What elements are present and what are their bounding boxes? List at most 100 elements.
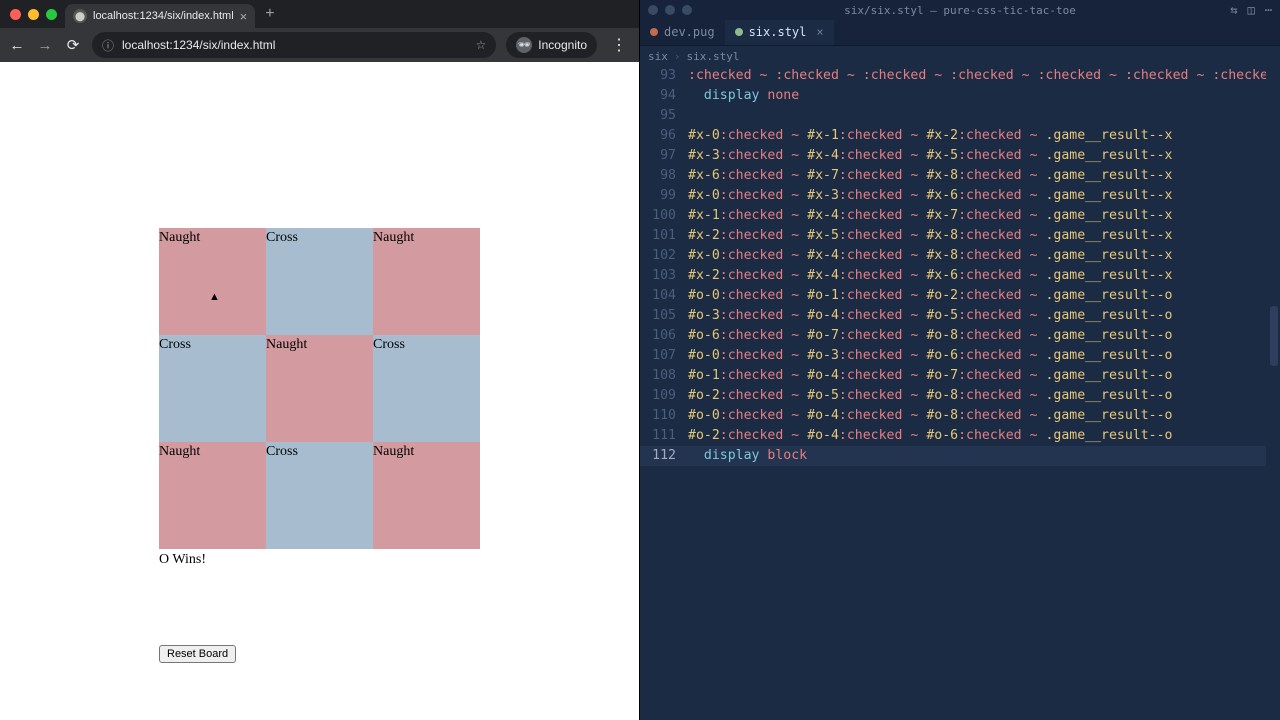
forward-button[interactable]: → [36,37,54,54]
browser-tab[interactable]: ⬤ localhost:1234/six/index.html × [65,4,255,28]
code-text: #o-6:checked ~ #o-7:checked ~ #o-8:check… [688,326,1280,346]
file-type-icon [735,28,743,36]
code-text: #o-0:checked ~ #o-3:checked ~ #o-6:check… [688,346,1280,366]
more-actions-icon[interactable]: ⋯ [1265,3,1272,17]
browser-tab-strip: ⬤ localhost:1234/six/index.html × + [0,0,639,28]
close-window-icon[interactable] [10,9,21,20]
board-cell-4[interactable]: Naught [266,335,373,442]
board-cell-5[interactable]: Cross [373,335,480,442]
code-line[interactable]: 96#x-0:checked ~ #x-1:checked ~ #x-2:che… [640,126,1280,146]
line-number: 96 [640,126,688,146]
editor-titlebar: six/six.styl — pure-css-tic-tac-toe ⇆ ◫ … [640,0,1280,20]
line-number: 107 [640,346,688,366]
code-text: #x-0:checked ~ #x-4:checked ~ #x-8:check… [688,246,1280,266]
editor-tab-sixstyl[interactable]: six.styl × [725,19,834,45]
code-line[interactable]: 102#x-0:checked ~ #x-4:checked ~ #x-8:ch… [640,246,1280,266]
code-line[interactable]: 112 display block [640,446,1280,466]
code-text: #o-0:checked ~ #o-1:checked ~ #o-2:check… [688,286,1280,306]
line-number: 105 [640,306,688,326]
minimap[interactable] [1266,66,1280,720]
board-cell-6[interactable]: Naught [159,442,266,549]
code-line[interactable]: 108#o-1:checked ~ #o-4:checked ~ #o-7:ch… [640,366,1280,386]
code-text: #o-1:checked ~ #o-4:checked ~ #o-7:check… [688,366,1280,386]
editor-tabs: dev.pug six.styl × [640,20,1280,46]
code-text: #o-2:checked ~ #o-5:checked ~ #o-8:check… [688,386,1280,406]
tic-tac-toe-board: NaughtCrossNaughtCrossNaughtCrossNaughtC… [159,228,480,549]
close-tab-icon[interactable]: × [816,25,823,39]
code-line[interactable]: 106#o-6:checked ~ #o-7:checked ~ #o-8:ch… [640,326,1280,346]
line-number: 108 [640,366,688,386]
code-text: #x-6:checked ~ #x-7:checked ~ #x-8:check… [688,166,1280,186]
code-line[interactable]: 97#x-3:checked ~ #x-4:checked ~ #x-5:che… [640,146,1280,166]
minimize-window-icon[interactable] [665,5,675,15]
compare-icon[interactable]: ⇆ [1230,3,1237,17]
code-line[interactable]: 105#o-3:checked ~ #o-4:checked ~ #o-5:ch… [640,306,1280,326]
code-text: #o-3:checked ~ #o-4:checked ~ #o-5:check… [688,306,1280,326]
code-text: #x-3:checked ~ #x-4:checked ~ #x-5:check… [688,146,1280,166]
code-line[interactable]: 94 display none [640,86,1280,106]
code-line[interactable]: 99#x-0:checked ~ #x-3:checked ~ #x-6:che… [640,186,1280,206]
editor-window-controls [648,5,692,15]
minimize-window-icon[interactable] [28,9,39,20]
page-content: NaughtCrossNaughtCrossNaughtCrossNaughtC… [0,62,639,720]
line-number: 103 [640,266,688,286]
code-text: #o-2:checked ~ #o-4:checked ~ #o-6:check… [688,426,1280,446]
line-number: 106 [640,326,688,346]
code-text: display block [688,446,1280,466]
window-controls [6,9,65,20]
line-number: 98 [640,166,688,186]
code-line[interactable]: 110#o-0:checked ~ #o-4:checked ~ #o-8:ch… [640,406,1280,426]
reload-button[interactable]: ⟳ [64,36,82,54]
board-cell-2[interactable]: Naught [373,228,480,335]
code-text: #x-0:checked ~ #x-1:checked ~ #x-2:check… [688,126,1280,146]
breadcrumb-item[interactable]: six [648,50,668,63]
incognito-indicator[interactable]: 🕶 Incognito [506,32,597,58]
code-line[interactable]: 101#x-2:checked ~ #x-5:checked ~ #x-8:ch… [640,226,1280,246]
close-window-icon[interactable] [648,5,658,15]
board-cell-3[interactable]: Cross [159,335,266,442]
code-line[interactable]: 103#x-2:checked ~ #x-4:checked ~ #x-6:ch… [640,266,1280,286]
line-number: 112 [640,446,688,466]
site-info-icon[interactable]: ⓘ [102,37,114,54]
line-number: 104 [640,286,688,306]
reset-board-button[interactable]: Reset Board [159,645,236,663]
code-line[interactable]: 104#o-0:checked ~ #o-1:checked ~ #o-2:ch… [640,286,1280,306]
bookmark-icon[interactable]: ☆ [476,38,487,52]
breadcrumb-item[interactable]: six.styl [687,50,740,63]
board-cell-8[interactable]: Naught [373,442,480,549]
code-line[interactable]: 95 [640,106,1280,126]
minimap-thumb[interactable] [1270,306,1278,366]
board-cell-0[interactable]: Naught [159,228,266,335]
close-tab-icon[interactable]: × [240,9,248,24]
code-line[interactable]: 98#x-6:checked ~ #x-7:checked ~ #x-8:che… [640,166,1280,186]
code-line[interactable]: 111#o-2:checked ~ #o-4:checked ~ #o-6:ch… [640,426,1280,446]
code-text: #x-1:checked ~ #x-4:checked ~ #x-7:check… [688,206,1280,226]
favicon-icon: ⬤ [73,9,87,23]
zoom-window-icon[interactable] [682,5,692,15]
new-tab-button[interactable]: + [255,5,284,23]
board-cell-7[interactable]: Cross [266,442,373,549]
code-text: #x-0:checked ~ #x-3:checked ~ #x-6:check… [688,186,1280,206]
split-editor-icon[interactable]: ◫ [1248,3,1255,17]
zoom-window-icon[interactable] [46,9,57,20]
code-editor[interactable]: 93:checked ~ :checked ~ :checked ~ :chec… [640,66,1280,720]
editor-tab-devpug[interactable]: dev.pug [640,19,725,45]
line-number: 101 [640,226,688,246]
line-number: 102 [640,246,688,266]
incognito-icon: 🕶 [516,37,532,53]
code-line[interactable]: 107#o-0:checked ~ #o-3:checked ~ #o-6:ch… [640,346,1280,366]
editor-tab-label: six.styl [749,25,807,39]
code-text: #o-0:checked ~ #o-4:checked ~ #o-8:check… [688,406,1280,426]
browser-menu-icon[interactable]: ⋮ [607,35,631,55]
back-button[interactable]: ← [8,37,26,54]
board-cell-1[interactable]: Cross [266,228,373,335]
browser-tab-title: localhost:1234/six/index.html [93,10,234,22]
code-line[interactable]: 93:checked ~ :checked ~ :checked ~ :chec… [640,66,1280,86]
address-bar[interactable]: ⓘ localhost:1234/six/index.html ☆ [92,32,496,58]
line-number: 110 [640,406,688,426]
code-text [688,106,1280,126]
line-number: 100 [640,206,688,226]
code-line[interactable]: 109#o-2:checked ~ #o-5:checked ~ #o-8:ch… [640,386,1280,406]
code-line[interactable]: 100#x-1:checked ~ #x-4:checked ~ #x-7:ch… [640,206,1280,226]
breadcrumb[interactable]: six › six.styl [640,46,1280,66]
